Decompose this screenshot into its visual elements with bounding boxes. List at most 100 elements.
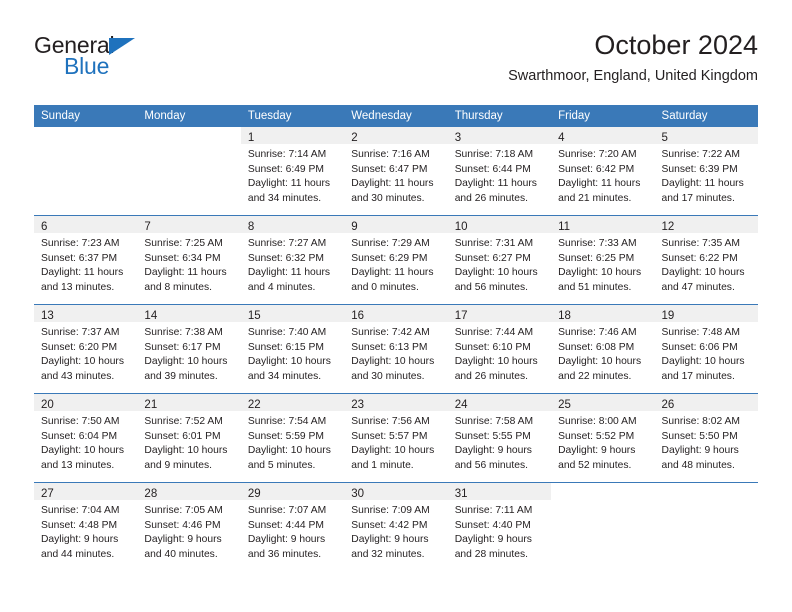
day-number: 27 — [41, 488, 54, 500]
calendar-day-cell[interactable]: 13 Sunrise: 7:37 AM Sunset: 6:20 PM Dayligh… — [34, 304, 138, 394]
daylight-line-2: and 34 minutes. — [247, 371, 322, 383]
day-details — [137, 144, 240, 148]
day-cell-content: 3 Sunrise: 7:18 AM Sunset: 6:44 PM Daylight… — [447, 127, 552, 215]
calendar-day-cell[interactable]: 29 Sunrise: 7:07 AM Sunset: 4:44 PM Dayligh… — [240, 482, 345, 571]
day-number: 1 — [247, 132, 255, 144]
calendar-day-cell[interactable]: 2 Sunrise: 7:16 AM Sunset: 6:47 PM Daylight… — [344, 127, 448, 216]
calendar-day-cell[interactable]: 4 Sunrise: 7:20 AM Sunset: 6:42 PM Daylight… — [551, 127, 655, 216]
calendar-day-cell[interactable]: 7 Sunrise: 7:25 AM Sunset: 6:34 PM Daylight… — [137, 215, 241, 305]
daylight-line-2: and 9 minutes. — [144, 460, 212, 472]
day-cell-content: 11 Sunrise: 7:33 AM Sunset: 6:25 PM Dayligh… — [551, 216, 655, 304]
daylight-line-2: and 4 minutes. — [247, 282, 316, 294]
day-number: 3 — [454, 132, 462, 144]
sunrise-line: Sunrise: 7:37 AM — [41, 327, 120, 338]
day-cell-content — [655, 483, 758, 571]
calendar-day-cell[interactable]: 23 Sunrise: 7:56 AM Sunset: 5:57 PM Dayligh… — [344, 393, 448, 483]
calendar-header-row: Sunday Monday Tuesday Wednesday Thursday Frid… — [34, 105, 758, 127]
sunrise-line: Sunrise: 7:04 AM — [41, 505, 120, 516]
day-cell-content: 26 Sunrise: 8:02 AM Sunset: 5:50 PM Dayligh… — [654, 394, 758, 482]
calendar-day-cell[interactable]: 21 Sunrise: 7:52 AM Sunset: 6:01 PM Dayligh… — [137, 393, 241, 483]
sunrise-line: Sunrise: 7:18 AM — [454, 149, 534, 160]
calendar-day-cell[interactable]: 24 Sunrise: 7:58 AM Sunset: 5:55 PM Dayligh… — [447, 393, 552, 483]
day-details: Sunrise: 7:37 AM Sunset: 6:20 PM Daylight:… — [34, 322, 137, 385]
calendar-day-cell[interactable]: 8 Sunrise: 7:27 AM Sunset: 6:32 PM Daylight… — [240, 215, 345, 305]
calendar-day-cell[interactable]: 9 Sunrise: 7:29 AM Sunset: 6:29 PM Daylight… — [344, 215, 448, 305]
sunrise-line: Sunrise: 7:09 AM — [351, 505, 430, 516]
daylight-line-2: and 17 minutes. — [661, 371, 735, 383]
day-number-band: 22 — [240, 394, 345, 411]
sunset-line: Sunset: 6:47 PM — [351, 163, 428, 175]
day-number: 2 — [351, 132, 358, 144]
daylight-line-2: and 26 minutes. — [454, 193, 528, 205]
daylight-line-2: and 8 minutes. — [144, 282, 212, 294]
sunset-line: Sunset: 4:42 PM — [351, 519, 428, 531]
calendar-day-cell[interactable]: 3 Sunrise: 7:18 AM Sunset: 6:44 PM Daylight… — [447, 127, 552, 216]
day-details: Sunrise: 8:00 AM Sunset: 5:52 PM Daylight:… — [551, 411, 654, 474]
day-number-band: 11 — [551, 216, 655, 233]
day-cell-content: 4 Sunrise: 7:20 AM Sunset: 6:42 PM Daylight… — [551, 127, 655, 215]
calendar-empty-cell — [654, 482, 758, 571]
calendar-day-cell[interactable]: 22 Sunrise: 7:54 AM Sunset: 5:59 PM Dayligh… — [240, 393, 345, 483]
calendar-table: Sunday Monday Tuesday Wednesday Thursday Frid… — [34, 105, 758, 571]
day-number-band: 8 — [240, 216, 345, 233]
daylight-line-2: and 26 minutes. — [454, 371, 528, 383]
day-number-band: 26 — [654, 394, 758, 411]
calendar-day-cell[interactable]: 6 Sunrise: 7:23 AM Sunset: 6:37 PM Daylight… — [34, 215, 138, 305]
calendar-day-cell[interactable]: 31 Sunrise: 7:11 AM Sunset: 4:40 PM Dayligh… — [447, 482, 552, 571]
day-number-band: 13 — [34, 305, 138, 322]
calendar-day-cell[interactable]: 19 Sunrise: 7:48 AM Sunset: 6:06 PM Dayligh… — [654, 304, 758, 394]
day-cell-content: 20 Sunrise: 7:50 AM Sunset: 6:04 PM Dayligh… — [34, 394, 138, 482]
daylight-line-1: Daylight: 11 hours — [41, 267, 124, 279]
day-details: Sunrise: 7:48 AM Sunset: 6:06 PM Daylight:… — [655, 322, 758, 385]
calendar-day-cell[interactable]: 17 Sunrise: 7:44 AM Sunset: 6:10 PM Dayligh… — [447, 304, 552, 394]
calendar-day-cell[interactable]: 10 Sunrise: 7:31 AM Sunset: 6:27 PM Dayligh… — [447, 215, 552, 305]
calendar-day-cell[interactable]: 26 Sunrise: 8:02 AM Sunset: 5:50 PM Dayligh… — [654, 393, 758, 483]
day-number: 20 — [41, 399, 54, 411]
daylight-line-2: and 39 minutes. — [144, 371, 218, 383]
sunset-line: Sunset: 4:44 PM — [247, 519, 324, 531]
calendar-day-cell[interactable]: 28 Sunrise: 7:05 AM Sunset: 4:46 PM Dayligh… — [137, 482, 241, 571]
day-number-band: 19 — [654, 305, 758, 322]
calendar-day-cell[interactable]: 1 Sunrise: 7:14 AM Sunset: 6:49 PM Daylight… — [240, 127, 345, 216]
calendar-day-cell[interactable]: 5 Sunrise: 7:22 AM Sunset: 6:39 PM Daylight… — [654, 127, 758, 216]
day-cell-content: 1 Sunrise: 7:14 AM Sunset: 6:49 PM Daylight… — [240, 127, 345, 215]
calendar-day-cell[interactable]: 25 Sunrise: 8:00 AM Sunset: 5:52 PM Dayligh… — [551, 393, 655, 483]
calendar-day-cell[interactable]: 16 Sunrise: 7:42 AM Sunset: 6:13 PM Dayligh… — [344, 304, 448, 394]
day-details: Sunrise: 7:04 AM Sunset: 4:48 PM Daylight:… — [34, 500, 137, 563]
day-cell-content: 9 Sunrise: 7:29 AM Sunset: 6:29 PM Daylight… — [344, 216, 448, 304]
day-cell-content: 14 Sunrise: 7:38 AM Sunset: 6:17 PM Dayligh… — [137, 305, 241, 393]
day-number: 30 — [351, 488, 365, 500]
day-number: 11 — [558, 221, 571, 233]
day-number: 18 — [558, 310, 571, 322]
calendar-day-cell[interactable]: 15 Sunrise: 7:40 AM Sunset: 6:15 PM Dayligh… — [240, 304, 345, 394]
sunrise-line: Sunrise: 7:11 AM — [454, 505, 533, 516]
calendar-day-cell[interactable]: 11 Sunrise: 7:33 AM Sunset: 6:25 PM Dayligh… — [551, 215, 655, 305]
calendar-day-cell[interactable]: 18 Sunrise: 7:46 AM Sunset: 6:08 PM Dayligh… — [551, 304, 655, 394]
calendar-day-cell[interactable]: 20 Sunrise: 7:50 AM Sunset: 6:04 PM Dayligh… — [34, 393, 138, 483]
calendar-day-cell[interactable]: 14 Sunrise: 7:38 AM Sunset: 6:17 PM Dayligh… — [137, 304, 241, 394]
day-number-band — [655, 483, 758, 500]
daylight-line-1: Daylight: 9 hours — [41, 534, 119, 546]
day-number-band: 3 — [447, 127, 552, 144]
general-blue-logo[interactable]: General Blue — [34, 32, 234, 90]
calendar-day-cell[interactable]: 12 Sunrise: 7:35 AM Sunset: 6:22 PM Dayligh… — [654, 215, 758, 305]
day-number-band: 12 — [654, 216, 758, 233]
calendar-day-cell[interactable]: 30 Sunrise: 7:09 AM Sunset: 4:42 PM Dayligh… — [344, 482, 448, 571]
day-details — [655, 500, 758, 504]
day-number-band: 2 — [344, 127, 448, 144]
sunrise-line: Sunrise: 7:58 AM — [454, 416, 534, 427]
daylight-line-1: Daylight: 10 hours — [558, 267, 642, 279]
daylight-line-1: Daylight: 10 hours — [558, 356, 642, 368]
day-details: Sunrise: 7:54 AM Sunset: 5:59 PM Daylight:… — [241, 411, 344, 474]
blue-triangle-icon — [109, 38, 135, 55]
daylight-line-1: Daylight: 10 hours — [41, 356, 124, 368]
calendar-day-cell[interactable]: 27 Sunrise: 7:04 AM Sunset: 4:48 PM Dayligh… — [34, 482, 138, 571]
day-cell-content: 30 Sunrise: 7:09 AM Sunset: 4:42 PM Dayligh… — [344, 483, 448, 571]
sunset-line: Sunset: 4:48 PM — [41, 519, 118, 531]
day-number-band: 23 — [344, 394, 448, 411]
day-number-band: 9 — [344, 216, 448, 233]
title-block: October 2024 Swarthmoor, England, United… — [508, 28, 758, 87]
sunrise-line: Sunrise: 7:25 AM — [144, 238, 223, 249]
daylight-line-1: Daylight: 10 hours — [41, 445, 124, 457]
day-number-band: 5 — [654, 127, 758, 144]
